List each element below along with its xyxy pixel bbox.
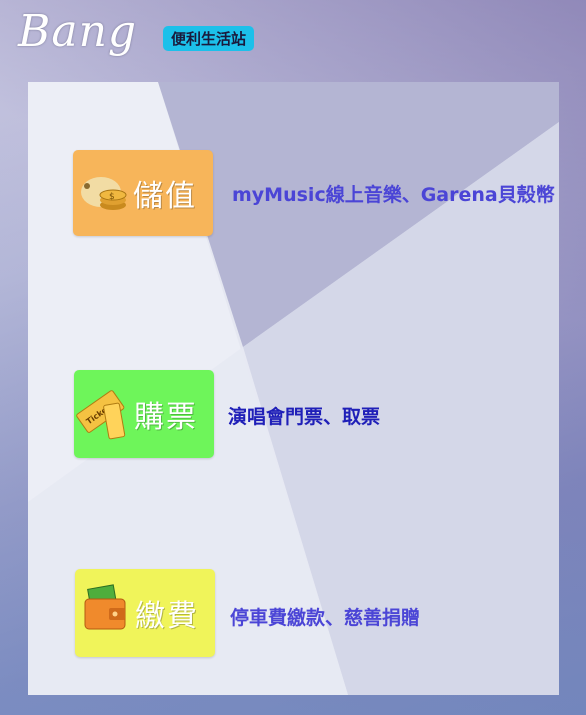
payment-button[interactable]: 繳費 (75, 569, 215, 657)
topup-label: 儲值 (133, 179, 197, 214)
app-logo[interactable]: Bang (18, 6, 137, 57)
topup-button[interactable]: $ 儲值 (73, 150, 213, 236)
piggy-bank-icon: $ (73, 150, 131, 236)
payment-label: 繳費 (135, 599, 199, 634)
payment-description: 停車費繳款、慈善捐贈 (230, 607, 421, 629)
header-tag: 便利生活站 (163, 26, 255, 51)
services-panel: $ 儲值 myMusic線上音樂、Garena貝殼幣 Ticket 購票 演唱會… (28, 82, 559, 695)
ticket-icon: Ticket (74, 370, 132, 458)
ticket-description: 演唱會門票、取票 (228, 406, 381, 428)
wallet-icon (75, 569, 133, 657)
topup-description: myMusic線上音樂、Garena貝殼幣 (232, 184, 555, 206)
svg-text:$: $ (109, 192, 115, 202)
ticket-label: 購票 (134, 400, 198, 435)
ticket-button[interactable]: Ticket 購票 (74, 370, 214, 458)
